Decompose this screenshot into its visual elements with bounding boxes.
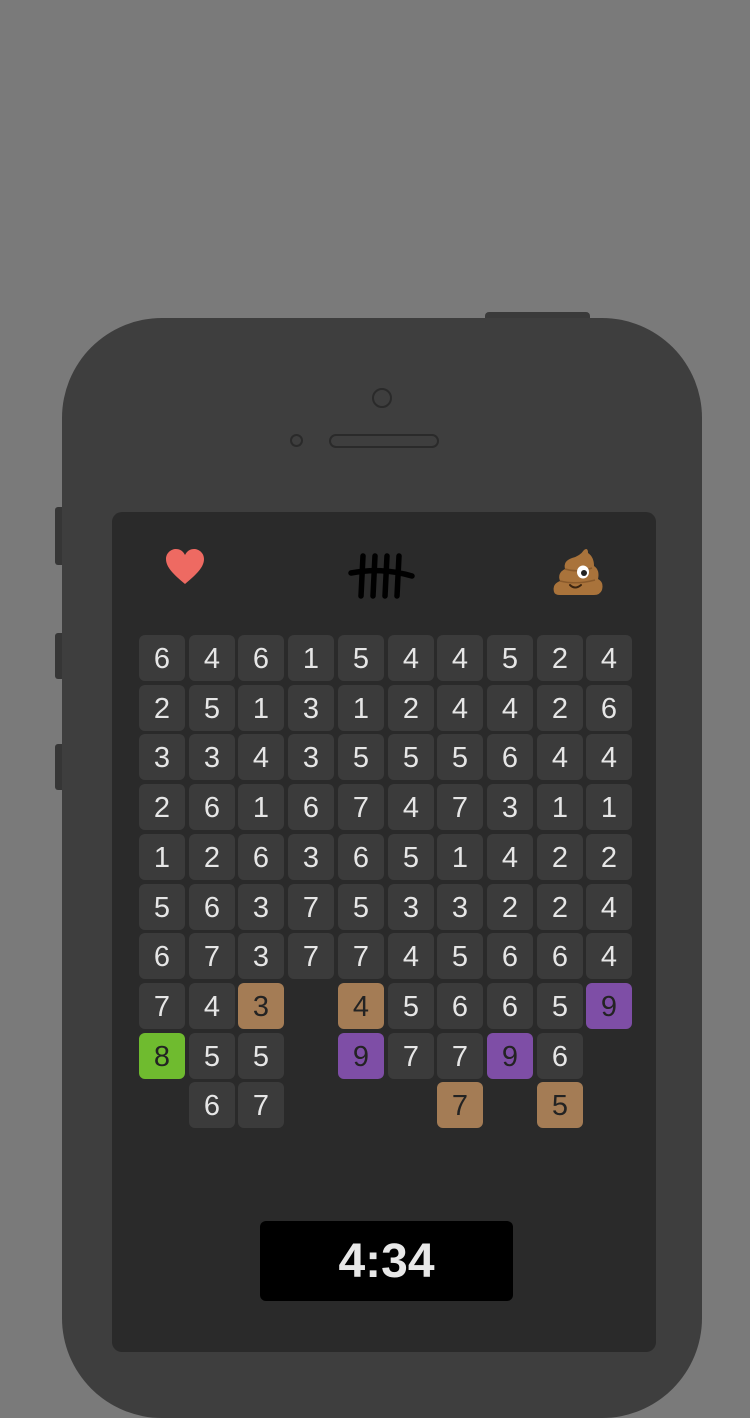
number-tile[interactable]: 1 xyxy=(537,784,583,830)
number-tile[interactable]: 1 xyxy=(288,635,334,681)
number-tile[interactable]: 3 xyxy=(238,884,284,930)
number-tile[interactable]: 2 xyxy=(586,834,632,880)
number-tile[interactable]: 4 xyxy=(586,734,632,780)
number-tile[interactable]: 4 xyxy=(487,685,533,731)
number-tile[interactable]: 6 xyxy=(238,834,284,880)
number-tile[interactable]: 7 xyxy=(288,933,334,979)
number-tile[interactable]: 2 xyxy=(537,884,583,930)
number-tile[interactable]: 7 xyxy=(388,1033,434,1079)
number-tile[interactable]: 7 xyxy=(189,933,235,979)
number-tile[interactable]: 5 xyxy=(437,933,483,979)
number-tile[interactable]: 5 xyxy=(487,635,533,681)
number-tile[interactable]: 5 xyxy=(437,734,483,780)
number-tile-tan[interactable]: 3 xyxy=(238,983,284,1029)
number-tile[interactable]: 3 xyxy=(288,734,334,780)
number-tile[interactable]: 5 xyxy=(537,983,583,1029)
number-tile[interactable]: 5 xyxy=(338,635,384,681)
number-tile[interactable]: 1 xyxy=(238,784,284,830)
number-tile-tan[interactable]: 7 xyxy=(437,1082,483,1128)
number-tile[interactable]: 1 xyxy=(139,834,185,880)
number-tile[interactable]: 1 xyxy=(437,834,483,880)
number-tile[interactable]: 7 xyxy=(338,933,384,979)
number-tile[interactable]: 3 xyxy=(388,884,434,930)
number-tile[interactable]: 5 xyxy=(338,734,384,780)
number-tile-purple[interactable]: 9 xyxy=(338,1033,384,1079)
number-tile[interactable]: 6 xyxy=(338,834,384,880)
number-tile[interactable]: 3 xyxy=(139,734,185,780)
number-tile[interactable]: 4 xyxy=(487,834,533,880)
number-tile[interactable]: 4 xyxy=(238,734,284,780)
number-tile[interactable]: 6 xyxy=(437,983,483,1029)
number-tile[interactable]: 6 xyxy=(139,933,185,979)
number-tile[interactable]: 5 xyxy=(139,884,185,930)
number-tile[interactable]: 3 xyxy=(288,685,334,731)
number-tile[interactable]: 3 xyxy=(189,734,235,780)
number-grid: 6461544524251312442633435556442616747311… xyxy=(139,635,635,1130)
number-tile[interactable]: 2 xyxy=(487,884,533,930)
number-tile[interactable]: 6 xyxy=(189,784,235,830)
proximity-sensor xyxy=(290,434,303,447)
number-tile-tan[interactable]: 4 xyxy=(338,983,384,1029)
number-tile-tan[interactable]: 5 xyxy=(537,1082,583,1128)
number-tile[interactable]: 4 xyxy=(388,635,434,681)
number-tile[interactable]: 2 xyxy=(189,834,235,880)
number-tile[interactable]: 4 xyxy=(437,685,483,731)
number-tile[interactable]: 6 xyxy=(288,784,334,830)
number-tile[interactable]: 2 xyxy=(537,834,583,880)
number-tile-green[interactable]: 8 xyxy=(139,1033,185,1079)
number-tile[interactable]: 2 xyxy=(139,784,185,830)
number-tile[interactable]: 2 xyxy=(388,685,434,731)
number-tile-purple[interactable]: 9 xyxy=(487,1033,533,1079)
number-tile[interactable]: 4 xyxy=(189,635,235,681)
number-tile[interactable]: 4 xyxy=(437,635,483,681)
poop-emoji-icon xyxy=(550,544,604,598)
number-tile[interactable]: 5 xyxy=(238,1033,284,1079)
number-tile[interactable]: 5 xyxy=(189,685,235,731)
number-tile[interactable]: 6 xyxy=(487,734,533,780)
number-tile[interactable]: 4 xyxy=(586,933,632,979)
heart-icon xyxy=(165,548,205,588)
number-tile[interactable]: 6 xyxy=(537,933,583,979)
number-tile[interactable]: 4 xyxy=(388,933,434,979)
number-tile[interactable]: 7 xyxy=(437,1033,483,1079)
number-tile[interactable]: 4 xyxy=(189,983,235,1029)
number-tile[interactable]: 3 xyxy=(487,784,533,830)
number-tile[interactable]: 2 xyxy=(537,635,583,681)
number-tile[interactable]: 4 xyxy=(537,734,583,780)
number-tile[interactable]: 5 xyxy=(388,834,434,880)
number-tile[interactable]: 7 xyxy=(139,983,185,1029)
number-tile[interactable]: 5 xyxy=(338,884,384,930)
number-tile[interactable]: 7 xyxy=(288,884,334,930)
number-tile[interactable]: 6 xyxy=(189,1082,235,1128)
number-tile[interactable]: 6 xyxy=(238,635,284,681)
number-tile[interactable]: 6 xyxy=(487,933,533,979)
number-tile[interactable]: 5 xyxy=(388,983,434,1029)
number-tile[interactable]: 6 xyxy=(189,884,235,930)
number-tile[interactable]: 7 xyxy=(238,1082,284,1128)
number-tile[interactable]: 7 xyxy=(338,784,384,830)
number-tile[interactable]: 1 xyxy=(238,685,284,731)
number-tile-purple[interactable]: 9 xyxy=(586,983,632,1029)
countdown-timer: 4:34 xyxy=(260,1221,513,1301)
number-tile[interactable]: 1 xyxy=(586,784,632,830)
tally-marks-icon xyxy=(348,552,416,600)
number-tile[interactable]: 7 xyxy=(437,784,483,830)
number-tile[interactable]: 5 xyxy=(388,734,434,780)
number-tile[interactable]: 6 xyxy=(139,635,185,681)
number-tile[interactable]: 3 xyxy=(288,834,334,880)
number-tile[interactable]: 2 xyxy=(537,685,583,731)
number-tile[interactable]: 4 xyxy=(586,884,632,930)
number-tile[interactable]: 4 xyxy=(388,784,434,830)
number-tile[interactable]: 4 xyxy=(586,635,632,681)
front-camera xyxy=(372,388,392,408)
earpiece-speaker xyxy=(329,434,439,448)
number-tile[interactable]: 6 xyxy=(487,983,533,1029)
number-tile[interactable]: 3 xyxy=(437,884,483,930)
number-tile[interactable]: 5 xyxy=(189,1033,235,1079)
number-tile[interactable]: 1 xyxy=(338,685,384,731)
number-tile[interactable]: 3 xyxy=(238,933,284,979)
number-tile[interactable]: 6 xyxy=(586,685,632,731)
number-tile[interactable]: 6 xyxy=(537,1033,583,1079)
number-tile[interactable]: 2 xyxy=(139,685,185,731)
